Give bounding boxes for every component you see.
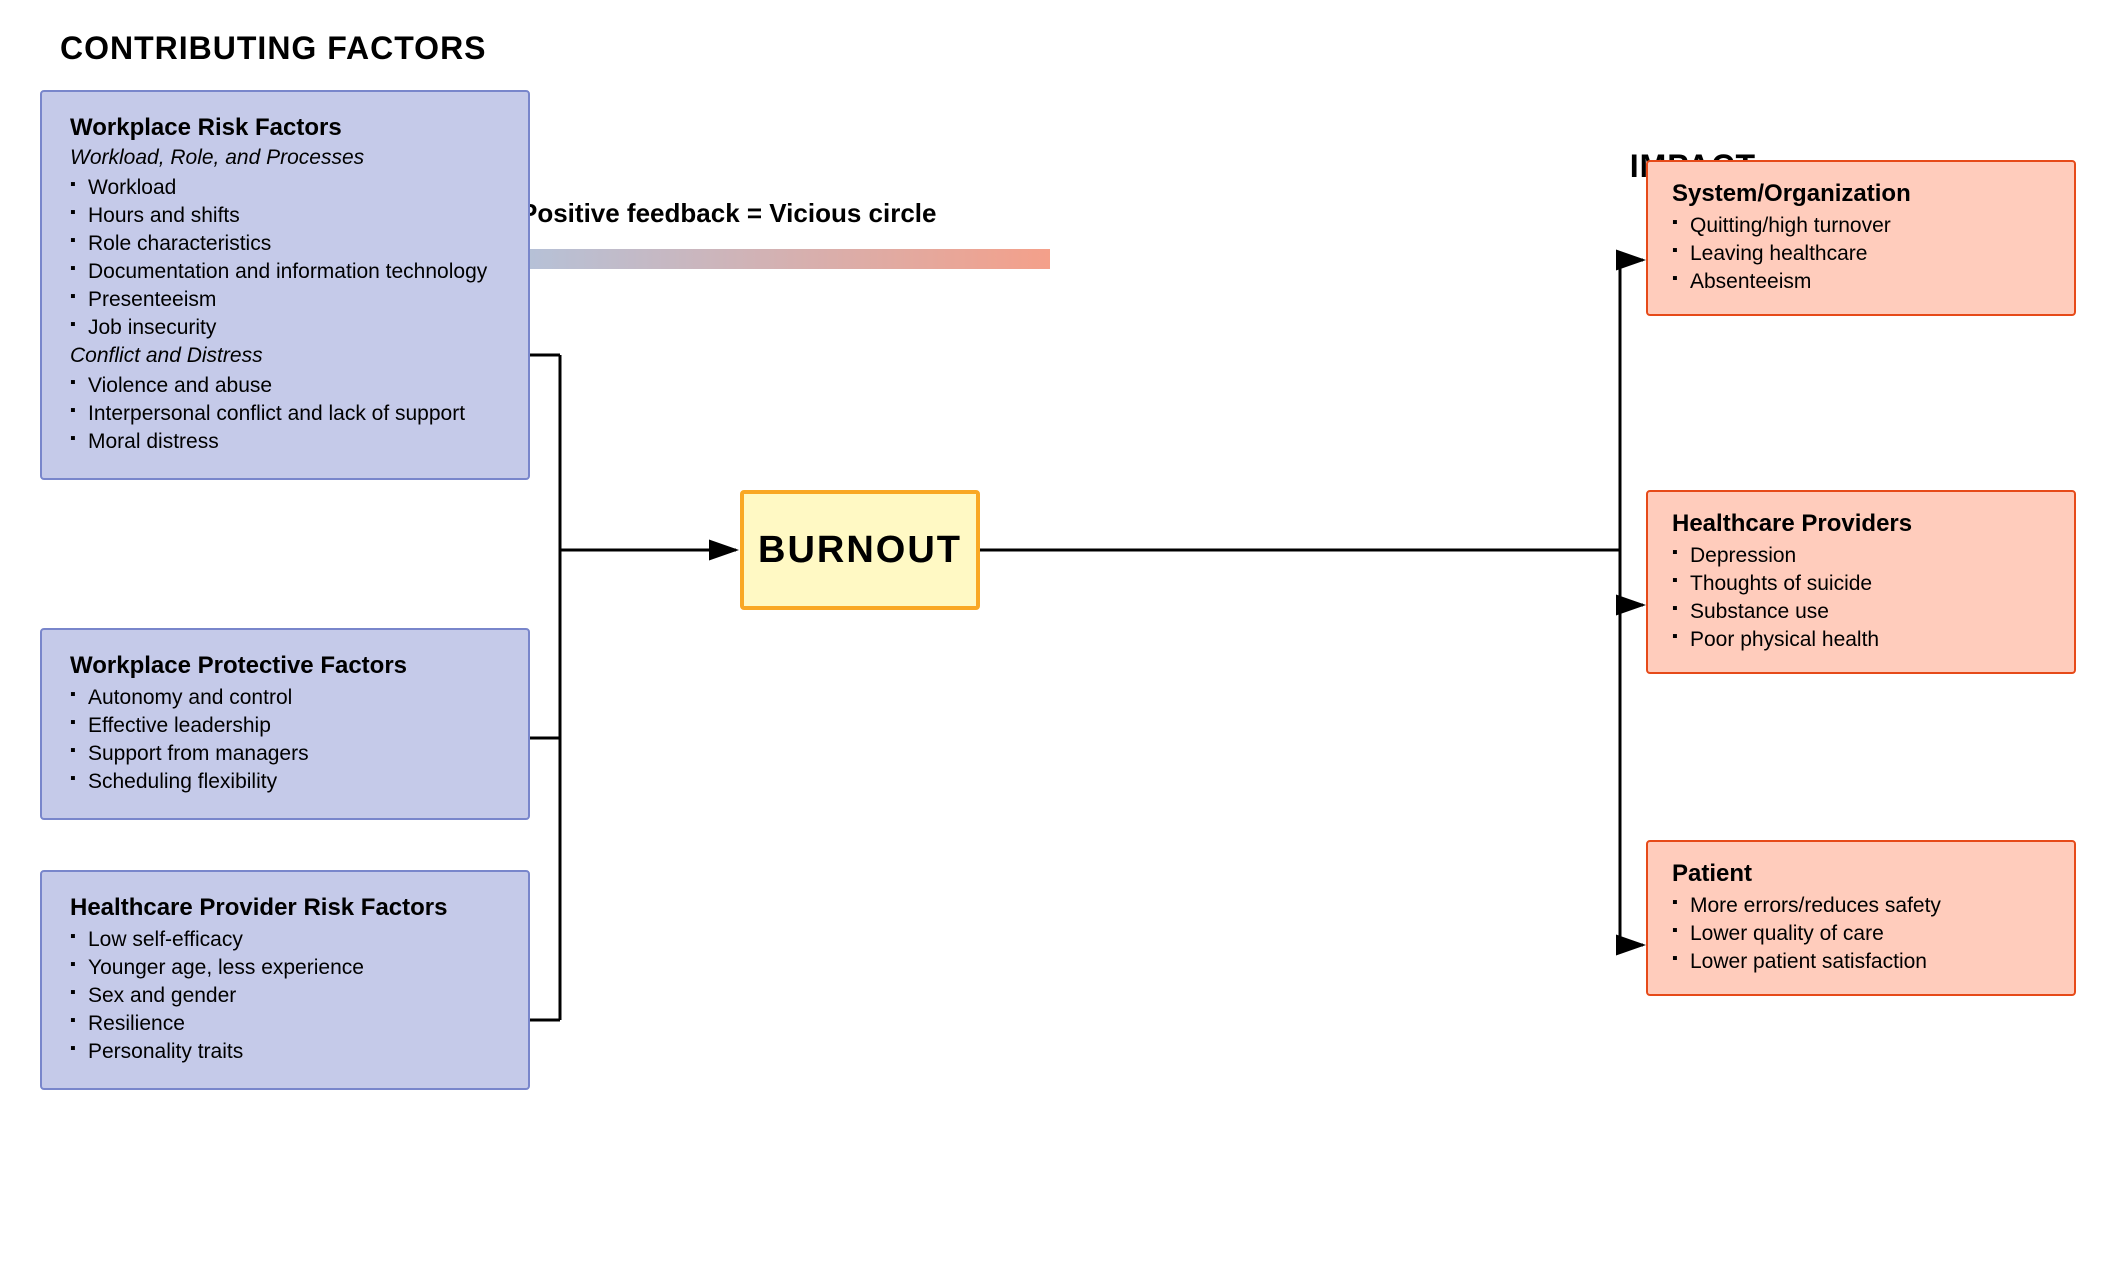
protective-factors-box: Workplace Protective Factors Autonomy an… bbox=[40, 628, 530, 820]
contributing-factors-title: CONTRIBUTING FACTORS bbox=[60, 30, 487, 67]
list-item: Job insecurity bbox=[70, 314, 500, 342]
list-item: Documentation and information technology bbox=[70, 258, 500, 286]
list-item: Violence and abuse bbox=[70, 372, 500, 400]
workplace-risk-list2: Violence and abuse Interpersonal conflic… bbox=[70, 372, 500, 456]
list-item: Workload bbox=[70, 174, 500, 202]
list-item: Scheduling flexibility bbox=[70, 768, 500, 796]
provider-risk-list: Low self-efficacy Younger age, less expe… bbox=[70, 926, 500, 1066]
workplace-risk-title: Workplace Risk Factors bbox=[70, 114, 500, 142]
workplace-risk-list1: Workload Hours and shifts Role character… bbox=[70, 174, 500, 342]
provider-risk-title: Healthcare Provider Risk Factors bbox=[70, 894, 500, 922]
list-item: Lower quality of care bbox=[1672, 920, 2050, 948]
list-item: Low self-efficacy bbox=[70, 926, 500, 954]
protective-list: Autonomy and control Effective leadershi… bbox=[70, 684, 500, 796]
list-item: Depression bbox=[1672, 542, 2050, 570]
workplace-risk-box: Workplace Risk Factors Workload, Role, a… bbox=[40, 90, 530, 480]
patient-box: Patient More errors/reduces safety Lower… bbox=[1646, 840, 2076, 996]
list-item: Poor physical health bbox=[1672, 626, 2050, 654]
burnout-label: BURNOUT bbox=[758, 529, 962, 572]
burnout-box: BURNOUT bbox=[740, 490, 980, 610]
feedback-label: Positive feedback = Vicious circle bbox=[520, 198, 936, 229]
list-item: More errors/reduces safety bbox=[1672, 892, 2050, 920]
system-org-title: System/Organization bbox=[1672, 180, 2050, 208]
feedback-arrow bbox=[460, 235, 1080, 283]
list-item: Hours and shifts bbox=[70, 202, 500, 230]
system-org-box: System/Organization Quitting/high turnov… bbox=[1646, 160, 2076, 316]
list-item: Thoughts of suicide bbox=[1672, 570, 2050, 598]
list-item: Absenteeism bbox=[1672, 268, 2050, 296]
list-item: Lower patient satisfaction bbox=[1672, 948, 2050, 976]
provider-risk-box: Healthcare Provider Risk Factors Low sel… bbox=[40, 870, 530, 1090]
list-item: Support from managers bbox=[70, 740, 500, 768]
list-item: Younger age, less experience bbox=[70, 954, 500, 982]
list-item: Autonomy and control bbox=[70, 684, 500, 712]
list-item: Quitting/high turnover bbox=[1672, 212, 2050, 240]
diagram-container: CONTRIBUTING FACTORS IMPACT Positive fee… bbox=[0, 0, 2116, 1274]
list-item: Effective leadership bbox=[70, 712, 500, 740]
workplace-risk-subtitle1: Workload, Role, and Processes bbox=[70, 146, 500, 170]
system-org-list: Quitting/high turnover Leaving healthcar… bbox=[1672, 212, 2050, 296]
list-item: Sex and gender bbox=[70, 982, 500, 1010]
protective-title: Workplace Protective Factors bbox=[70, 652, 500, 680]
patient-title: Patient bbox=[1672, 860, 2050, 888]
list-item: Leaving healthcare bbox=[1672, 240, 2050, 268]
patient-list: More errors/reduces safety Lower quality… bbox=[1672, 892, 2050, 976]
list-item: Personality traits bbox=[70, 1038, 500, 1066]
healthcare-providers-list: Depression Thoughts of suicide Substance… bbox=[1672, 542, 2050, 654]
list-item: Substance use bbox=[1672, 598, 2050, 626]
healthcare-providers-title: Healthcare Providers bbox=[1672, 510, 2050, 538]
list-item: Role characteristics bbox=[70, 230, 500, 258]
list-item: Interpersonal conflict and lack of suppo… bbox=[70, 400, 500, 428]
workplace-risk-subtitle2: Conflict and Distress bbox=[70, 344, 500, 368]
list-item: Moral distress bbox=[70, 428, 500, 456]
healthcare-providers-impact-box: Healthcare Providers Depression Thoughts… bbox=[1646, 490, 2076, 674]
list-item: Resilience bbox=[70, 1010, 500, 1038]
list-item: Presenteeism bbox=[70, 286, 500, 314]
